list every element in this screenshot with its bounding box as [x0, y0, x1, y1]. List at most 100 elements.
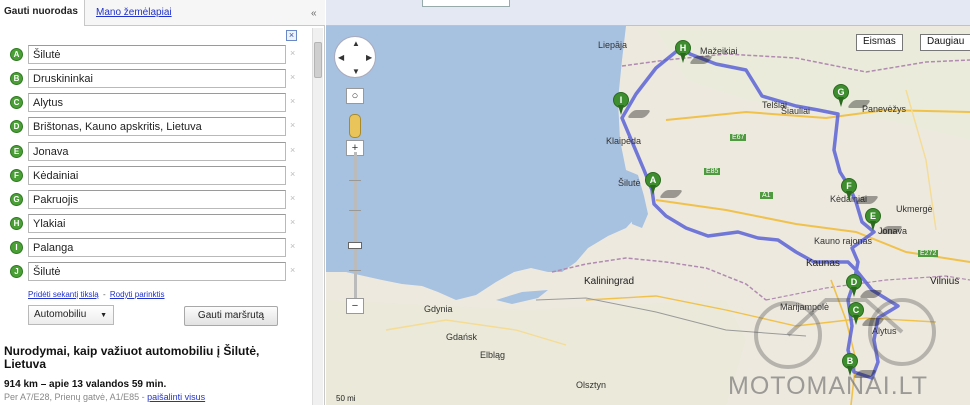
place-label: Marijampolė: [780, 302, 830, 312]
waypoint-input[interactable]: Alytus: [28, 93, 286, 112]
get-directions-button[interactable]: Gauti maršrutą: [184, 306, 278, 326]
route-marker-c[interactable]: C: [848, 302, 864, 325]
zoom-tick: [349, 210, 361, 211]
waypoint-row: C Alytus ×: [8, 92, 298, 112]
show-options-link[interactable]: Rodyti parinktis: [110, 290, 165, 299]
place-label: Ukmergė: [896, 204, 933, 214]
pan-right-icon[interactable]: ▶: [366, 53, 372, 62]
waypoint-input[interactable]: Kėdainiai: [28, 166, 286, 185]
map-scale: 50 mi: [336, 394, 356, 403]
remove-waypoint-icon[interactable]: ×: [290, 48, 295, 58]
remove-waypoint-icon[interactable]: ×: [290, 265, 295, 275]
place-label: Kaunas: [806, 258, 840, 269]
travel-mode-select[interactable]: Automobiliu ▼: [28, 305, 114, 325]
pan-control[interactable]: ▲ ▼ ◀ ▶: [334, 36, 376, 78]
panel-tabs: Gauti nuorodas Mano žemėlapiai «: [0, 0, 325, 26]
remove-waypoint-icon[interactable]: ×: [290, 169, 295, 179]
add-destination-link[interactable]: Pridėti sekantį tikslą: [28, 290, 99, 299]
place-label: Mažeikiai: [700, 46, 738, 56]
remove-waypoint-icon[interactable]: ×: [290, 120, 295, 130]
route-summary: 914 km – apie 13 valandos 59 min.: [4, 379, 166, 390]
panel-scrollbar[interactable]: [312, 28, 323, 405]
waypoint-row: G Pakruojis ×: [8, 189, 298, 209]
waypoint-marker-icon: D: [10, 120, 23, 133]
marker-tail: [853, 315, 859, 325]
close-icon[interactable]: ×: [286, 30, 297, 41]
remove-waypoint-icon[interactable]: ×: [290, 72, 295, 82]
marker-tail: [870, 221, 876, 231]
place-label: Gdańsk: [446, 332, 478, 342]
waypoint-row: A Šilutė ×: [8, 44, 298, 64]
marker-tail: [838, 97, 844, 107]
pegman-icon[interactable]: [349, 114, 361, 138]
waypoint-input[interactable]: Brištonas, Kauno apskritis, Lietuva: [28, 117, 286, 136]
pan-left-icon[interactable]: ◀: [338, 53, 344, 62]
pan-down-icon[interactable]: ▼: [352, 67, 360, 76]
pan-up-icon[interactable]: ▲: [352, 39, 360, 48]
marker-tail: [650, 185, 656, 195]
route-marker-d[interactable]: D: [846, 274, 862, 297]
waypoint-marker-icon: H: [10, 217, 23, 230]
route-marker-e[interactable]: E: [865, 208, 881, 231]
scrollbar-thumb[interactable]: [314, 42, 322, 78]
place-label: Panevėžys: [862, 104, 907, 114]
waypoint-row: D Brištonas, Kauno apskritis, Lietuva ×: [8, 116, 298, 136]
waypoint-marker-icon: F: [10, 169, 23, 182]
place-label: Elbląg: [480, 350, 506, 360]
route-marker-h[interactable]: H: [675, 40, 691, 63]
route-via: Per A7/E28, Prienų gatvė, A1/E85 - paiša…: [4, 392, 205, 402]
marker-tail: [846, 191, 852, 201]
place-label: Olsztyn: [576, 380, 607, 390]
place-label: Šilutė: [618, 178, 641, 188]
zoom-slider-thumb[interactable]: [348, 242, 362, 249]
place-label: Liepāja: [598, 40, 628, 50]
waypoint-input[interactable]: Druskininkai: [28, 69, 286, 88]
more-button[interactable]: Daugiau: [920, 34, 970, 51]
waypoint-input[interactable]: Jonava: [28, 142, 286, 161]
remove-waypoint-icon[interactable]: ×: [290, 96, 295, 106]
traffic-button[interactable]: Eismas: [856, 34, 903, 51]
reset-view-icon[interactable]: ○: [346, 88, 364, 104]
route-via-text: Per A7/E28, Prienų gatvė, A1/E85 -: [4, 392, 148, 402]
marker-tail: [851, 287, 857, 297]
tab-my-maps[interactable]: Mano žemėlapiai: [96, 7, 172, 18]
watermark-text: MOTOMANAI.LT: [728, 372, 928, 400]
collapse-panel-icon[interactable]: «: [311, 8, 317, 19]
directions-panel: Gauti nuorodas Mano žemėlapiai « × A Šil…: [0, 0, 325, 405]
route-distance: 914 km: [4, 379, 38, 390]
travel-mode-value: Automobiliu: [34, 309, 87, 320]
place-label: Klaipėda: [606, 136, 642, 146]
route-marker-f[interactable]: F: [841, 178, 857, 201]
zoom-tick: [349, 180, 361, 181]
waypoint-row: I Palanga ×: [8, 237, 298, 257]
top-handle[interactable]: [422, 0, 510, 7]
zoom-tick: [349, 270, 361, 271]
chevron-down-icon: ▼: [100, 312, 107, 319]
route-marker-g[interactable]: G: [833, 84, 849, 107]
directions-title: Nurodymai, kaip važiuot automobiliu į Ši…: [4, 344, 260, 371]
waypoint-input[interactable]: Šilutė: [28, 45, 286, 64]
waypoint-marker-icon: G: [10, 193, 23, 206]
remove-waypoint-icon[interactable]: ×: [290, 145, 295, 155]
tab-get-directions[interactable]: Gauti nuorodas: [0, 0, 85, 26]
waypoint-input[interactable]: Palanga: [28, 238, 286, 257]
waypoint-row: J Šilutė ×: [8, 261, 298, 281]
waypoint-input[interactable]: Šilutė: [28, 262, 286, 281]
link-separator: -: [102, 290, 106, 299]
remove-all-link[interactable]: paišalinti visus: [147, 392, 205, 402]
zoom-track[interactable]: [354, 152, 357, 312]
zoom-out-button[interactable]: −: [346, 298, 364, 314]
remove-waypoint-icon[interactable]: ×: [290, 241, 295, 251]
waypoint-input[interactable]: Pakruojis: [28, 190, 286, 209]
waypoint-row: F Kėdainiai ×: [8, 165, 298, 185]
route-marker-i[interactable]: I: [613, 92, 629, 115]
route-marker-a[interactable]: A: [645, 172, 661, 195]
place-label: Šiauliai: [781, 106, 811, 116]
waypoint-row: E Jonava ×: [8, 141, 298, 161]
waypoint-input[interactable]: Ylakiai: [28, 214, 286, 233]
remove-waypoint-icon[interactable]: ×: [290, 217, 295, 227]
remove-waypoint-icon[interactable]: ×: [290, 193, 295, 203]
road-shield: E67: [730, 134, 747, 141]
map-view[interactable]: Eismas Daugiau ▲ ▼ ◀ ▶ ○ + − Liepāja Maž…: [326, 0, 970, 405]
place-label: Gdynia: [424, 304, 453, 314]
